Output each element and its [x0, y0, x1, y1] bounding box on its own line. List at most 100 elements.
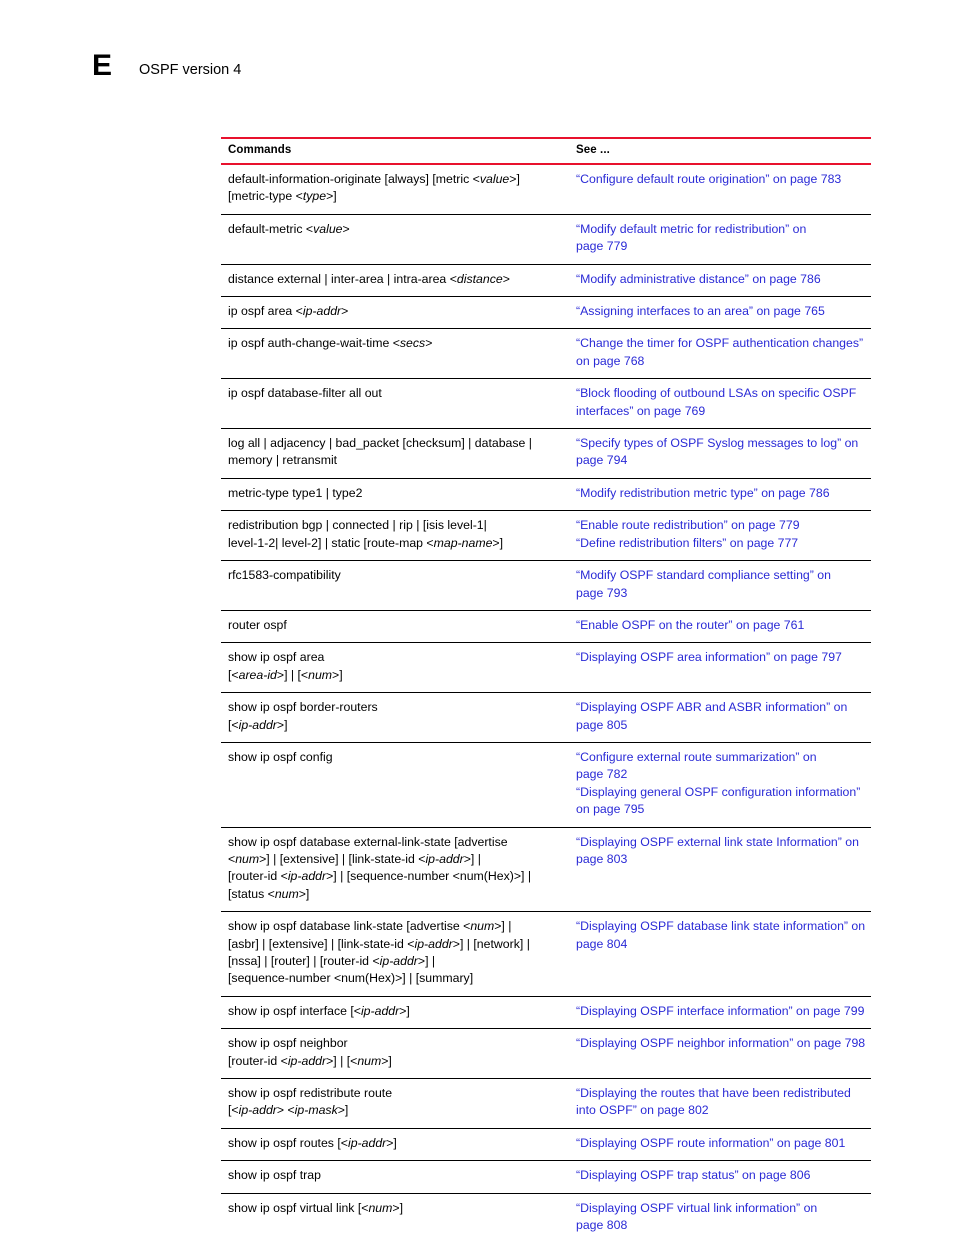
- see-cell: “Displaying OSPF external link state Inf…: [565, 827, 871, 913]
- command-text: metric-type type1 | type2: [228, 485, 363, 500]
- command-cell: show ip ospf area [<area-id>] | [<num>]: [221, 642, 565, 694]
- cross-reference-link[interactable]: “Displaying OSPF interface information” …: [576, 1003, 869, 1020]
- see-cell: “Displaying OSPF database link state inf…: [565, 911, 871, 997]
- table-header-row: Commands See ...: [221, 137, 871, 165]
- see-cell: “Displaying OSPF area information” on pa…: [565, 642, 871, 694]
- command-text: ip ospf area <ip-addr>: [228, 304, 349, 319]
- see-cell: “Displaying OSPF interface information” …: [565, 996, 871, 1030]
- cross-reference-link[interactable]: “Configure external route summarization”…: [576, 749, 869, 784]
- command-cell: default-metric <value>: [221, 214, 565, 265]
- see-cell: “Displaying the routes that have been re…: [565, 1078, 871, 1129]
- see-cell: “Modify OSPF standard compliance setting…: [565, 560, 871, 611]
- column-header-commands: Commands: [221, 137, 565, 165]
- see-cell: “Configure external route summarization”…: [565, 742, 871, 828]
- command-text: router ospf: [228, 617, 287, 632]
- page-title: OSPF version 4: [139, 62, 242, 78]
- table-row: distance external | inter-area | intra-a…: [221, 264, 871, 298]
- command-text: show ip ospf area [<area-id>] | [<num>]: [228, 650, 343, 682]
- cross-reference-link[interactable]: “Define redistribution filters” on page …: [576, 535, 869, 552]
- table-row: rfc1583-compatibility “Modify OSPF standa…: [221, 560, 871, 611]
- cross-reference-link[interactable]: “Configure default route origination” on…: [576, 171, 869, 188]
- command-cell: ip ospf auth-change-wait-time <secs>: [221, 328, 565, 380]
- cross-reference-link[interactable]: “Displaying OSPF ABR and ASBR informatio…: [576, 699, 869, 734]
- command-text: log all | adjacency | bad_packet [checks…: [228, 436, 532, 468]
- see-cell: “Modify redistribution metric type” on p…: [565, 478, 871, 512]
- cross-reference-link[interactable]: “Block flooding of outbound LSAs on spec…: [576, 385, 869, 420]
- table-row: redistribution bgp | connected | rip | […: [221, 510, 871, 562]
- cross-reference-link[interactable]: “Modify OSPF standard compliance setting…: [576, 567, 869, 602]
- ospf-commands-table: Commands See ... default-information-ori…: [221, 137, 871, 1242]
- table-row: show ip ospf config “Configure external r…: [221, 742, 871, 828]
- cross-reference-link[interactable]: “Enable OSPF on the router” on page 761: [576, 617, 869, 634]
- cross-reference-link[interactable]: “Displaying OSPF area information” on pa…: [576, 649, 869, 666]
- see-cell: “Displaying OSPF route information” on p…: [565, 1128, 871, 1162]
- command-text: show ip ospf virtual link [<num>]: [228, 1200, 403, 1215]
- command-cell: ip ospf database-filter all out: [221, 378, 565, 430]
- table-row: show ip ospf routes [<ip-addr>] “Displayi…: [221, 1128, 871, 1162]
- command-text: show ip ospf database link-state [advert…: [228, 919, 530, 986]
- chapter-letter: E: [92, 49, 113, 82]
- command-cell: show ip ospf redistribute route [<ip-add…: [221, 1078, 565, 1129]
- table-row: show ip ospf database link-state [advert…: [221, 911, 871, 997]
- column-header-see: See ...: [565, 137, 871, 165]
- cross-reference-link[interactable]: “Displaying OSPF database link state inf…: [576, 918, 869, 953]
- page-header: E OSPF version 4: [0, 0, 954, 110]
- command-text: show ip ospf interface [<ip-addr>]: [228, 1003, 410, 1018]
- command-cell: show ip ospf routes [<ip-addr>]: [221, 1128, 565, 1162]
- see-cell: “Displaying OSPF neighbor information” o…: [565, 1028, 871, 1080]
- cross-reference-link[interactable]: “Modify redistribution metric type” on p…: [576, 485, 869, 502]
- see-cell: “Block flooding of outbound LSAs on spec…: [565, 378, 871, 430]
- cross-reference-link[interactable]: “Displaying OSPF route information” on p…: [576, 1135, 869, 1152]
- see-cell: “Assigning interfaces to an area” on pag…: [565, 296, 871, 330]
- command-text: default-metric <value>: [228, 221, 350, 236]
- cross-reference-link[interactable]: “Assigning interfaces to an area” on pag…: [576, 303, 869, 320]
- command-text: show ip ospf redistribute route [<ip-add…: [228, 1086, 393, 1118]
- cross-reference-link[interactable]: “Displaying OSPF external link state Inf…: [576, 834, 869, 869]
- command-cell: distance external | inter-area | intra-a…: [221, 264, 565, 298]
- cross-reference-link[interactable]: “Displaying OSPF trap status” on page 80…: [576, 1167, 869, 1184]
- command-text: show ip ospf neighbor [router-id <ip-add…: [228, 1036, 392, 1068]
- table-row: ip ospf database-filter all out “Block fl…: [221, 378, 871, 430]
- command-cell: show ip ospf database external-link-stat…: [221, 827, 565, 913]
- command-text: show ip ospf border-routers [<ip-addr>]: [228, 700, 378, 732]
- command-text: rfc1583-compatibility: [228, 568, 341, 583]
- command-cell: default-information-originate [always] […: [221, 164, 565, 215]
- command-text: show ip ospf trap: [228, 1168, 321, 1183]
- command-text: redistribution bgp | connected | rip | […: [228, 518, 504, 550]
- command-text: default-information-originate [always] […: [228, 172, 520, 204]
- table-row: show ip ospf area [<area-id>] | [<num>] “…: [221, 642, 871, 694]
- cross-reference-link[interactable]: “Displaying general OSPF configuration i…: [576, 784, 869, 819]
- see-cell: “Specify types of OSPF Syslog messages t…: [565, 428, 871, 479]
- cross-reference-link[interactable]: “Enable route redistribution” on page 77…: [576, 517, 869, 534]
- command-text: show ip ospf routes [<ip-addr>]: [228, 1135, 397, 1150]
- see-cell: “Displaying OSPF ABR and ASBR informatio…: [565, 692, 871, 743]
- see-cell: “Modify administrative distance” on page…: [565, 264, 871, 298]
- command-text: show ip ospf config: [228, 749, 333, 764]
- table-row: show ip ospf neighbor [router-id <ip-add…: [221, 1028, 871, 1080]
- command-cell: router ospf: [221, 610, 565, 644]
- command-cell: metric-type type1 | type2: [221, 478, 565, 512]
- cross-reference-link[interactable]: “Modify default metric for redistributio…: [576, 221, 869, 256]
- command-cell: redistribution bgp | connected | rip | […: [221, 510, 565, 562]
- command-cell: show ip ospf database link-state [advert…: [221, 911, 565, 997]
- table-row: ip ospf auth-change-wait-time <secs> “Cha…: [221, 328, 871, 380]
- table-row: show ip ospf database external-link-stat…: [221, 827, 871, 913]
- cross-reference-link[interactable]: “Modify administrative distance” on page…: [576, 271, 869, 288]
- table-row: ip ospf area <ip-addr> “Assigning interfa…: [221, 296, 871, 330]
- cross-reference-link[interactable]: “Specify types of OSPF Syslog messages t…: [576, 435, 869, 470]
- cross-reference-link[interactable]: “Displaying OSPF virtual link informatio…: [576, 1200, 869, 1235]
- table-row: log all | adjacency | bad_packet [checks…: [221, 428, 871, 479]
- command-text: show ip ospf database external-link-stat…: [228, 834, 532, 901]
- cross-reference-link[interactable]: “Displaying OSPF neighbor information” o…: [576, 1035, 869, 1052]
- command-text: ip ospf auth-change-wait-time <secs>: [228, 336, 433, 351]
- see-cell: “Change the timer for OSPF authenticatio…: [565, 328, 871, 380]
- command-cell: ip ospf area <ip-addr>: [221, 296, 565, 330]
- table-body: default-information-originate [always] […: [221, 164, 871, 1242]
- see-cell: “Enable OSPF on the router” on page 761: [565, 610, 871, 644]
- see-cell: “Configure default route origination” on…: [565, 164, 871, 215]
- cross-reference-link[interactable]: “Change the timer for OSPF authenticatio…: [576, 335, 869, 370]
- see-cell: “Modify default metric for redistributio…: [565, 214, 871, 265]
- cross-reference-link[interactable]: “Displaying the routes that have been re…: [576, 1085, 869, 1120]
- table-row: metric-type type1 | type2 “Modify redistr…: [221, 478, 871, 512]
- command-cell: show ip ospf interface [<ip-addr>]: [221, 996, 565, 1030]
